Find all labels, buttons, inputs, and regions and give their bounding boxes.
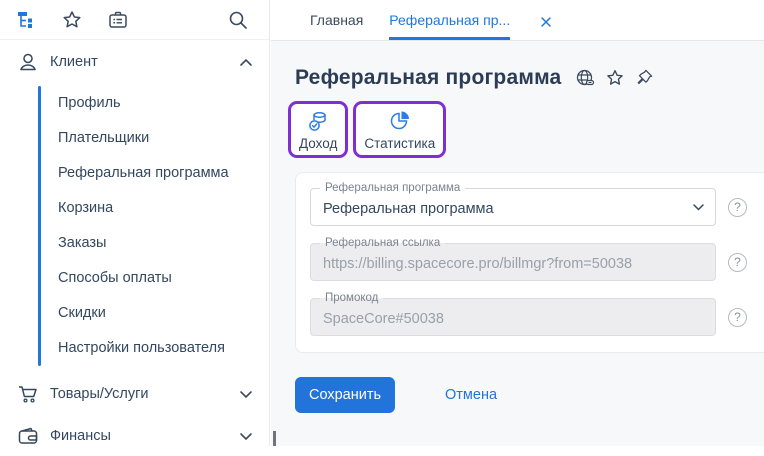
cancel-link[interactable]: Отмена [445,387,497,403]
sidebar-section-finance[interactable]: Финансы [0,416,269,456]
page-toolbar: Доход Статистика [288,101,764,158]
tasks-case-icon[interactable] [107,9,129,31]
sidebar-section-products[interactable]: Товары/Услуги [0,374,269,414]
income-button[interactable]: Доход [288,101,348,158]
chevron-down-icon [239,390,253,399]
main-area: Главная Реферальная пр... Реферальная пр… [271,0,764,446]
sidebar-section-label: Финансы [50,428,111,444]
chevron-down-icon [693,204,704,211]
field-label: Реферальная ссылка [320,236,445,250]
globe-link-icon[interactable] [575,68,595,88]
search-icon[interactable] [227,9,249,31]
favorites-star-icon[interactable] [61,9,83,31]
sidebar-section-label: Клиент [50,54,98,70]
field-value: Реферальная программа [323,201,494,217]
pin-icon[interactable] [635,69,653,87]
sitemap-tree-icon[interactable] [15,9,37,31]
help-icon[interactable]: ? [728,198,747,217]
user-icon [17,51,39,73]
referral-program-select[interactable]: Реферальная программа Реферальная програ… [310,188,716,226]
promocode-field: Промокод SpaceCore#50038 [310,298,716,336]
tab-home[interactable]: Главная [310,0,363,40]
save-button[interactable]: Сохранить [295,377,395,413]
chevron-down-icon [239,432,253,441]
page-header: Реферальная программа [295,66,764,90]
sidebar-submenu-client: Профиль Плательщики Реферальная программ… [0,82,269,372]
sidebar-toolbar [0,0,269,40]
field-value: SpaceCore#50038 [323,311,444,327]
form-row-promocode: Промокод SpaceCore#50038 ? [310,298,762,336]
sidebar-section-client[interactable]: Клиент [0,42,269,82]
page-title: Реферальная программа [295,66,561,90]
form-row-program: Реферальная программа Реферальная програ… [310,188,762,226]
chevron-up-icon [239,58,253,67]
scrollbar-thumb[interactable] [273,431,276,446]
content-area: Реферальная программа Доход [271,41,764,446]
cart-icon [17,383,39,405]
submenu-indicator-line [38,86,41,366]
star-icon[interactable] [605,68,625,88]
help-icon[interactable]: ? [728,253,747,272]
form-row-link: Реферальная ссылка https://billing.space… [310,243,762,281]
help-icon[interactable]: ? [728,308,747,327]
referral-form-panel: Реферальная программа Реферальная програ… [295,172,764,353]
form-footer: Сохранить Отмена [295,377,764,413]
tab-referral-program[interactable]: Реферальная пр... [389,0,510,40]
field-label: Промокод [320,291,383,305]
income-button-label: Доход [299,136,337,151]
income-coins-icon [306,109,330,133]
close-tab-icon[interactable] [540,0,552,40]
statistics-button-label: Статистика [364,136,435,151]
field-label: Реферальная программа [320,181,465,195]
tab-label: Реферальная пр... [389,12,510,28]
referral-link-field: Реферальная ссылка https://billing.space… [310,243,716,281]
sidebar: Клиент Профиль Плательщики Реферальная п… [0,0,270,446]
pie-chart-icon [388,109,412,133]
statistics-button[interactable]: Статистика [353,101,446,158]
field-value: https://billing.spacecore.pro/billmgr?fr… [323,256,632,272]
tab-bar: Главная Реферальная пр... [271,0,764,41]
wallet-icon [17,425,39,447]
tab-label: Главная [310,12,363,28]
sidebar-section-label: Товары/Услуги [50,386,149,402]
